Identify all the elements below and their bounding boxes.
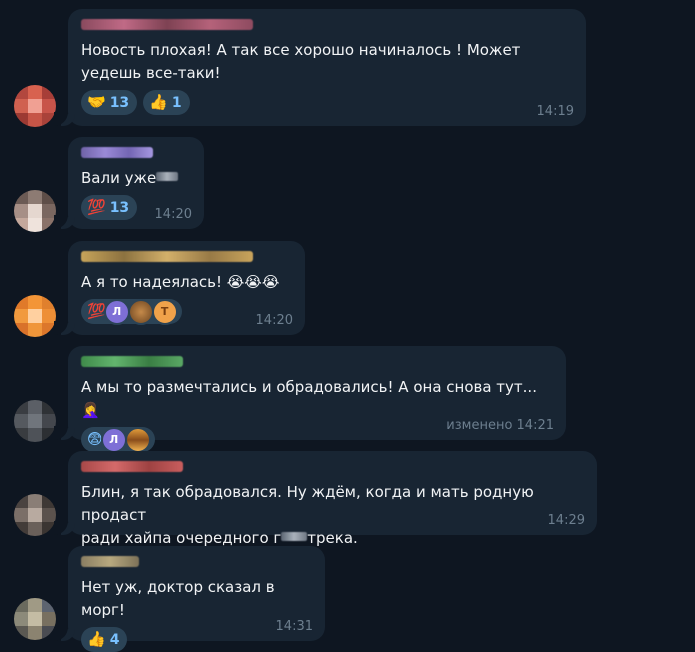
reactions: 🤝 13 👍 1	[81, 90, 574, 115]
message-time: 14:20	[255, 313, 293, 328]
reaction-count: 4	[109, 631, 120, 648]
bubble-tail	[54, 215, 75, 229]
bubble-tail	[54, 426, 75, 440]
avatar[interactable]	[14, 494, 56, 536]
message-time: 14:20	[154, 207, 192, 222]
avatar[interactable]	[14, 190, 56, 232]
reaction-thumbs-up[interactable]: 👍 4	[81, 627, 128, 652]
bubble-tail	[54, 112, 75, 126]
message-text: Блин, я так обрадовался. Ну ждём, когда …	[81, 483, 539, 547]
sender-name	[81, 556, 139, 567]
sender-name	[81, 356, 183, 367]
message-bubble[interactable]: Нет уж, доктор сказал в морг! 👍 4 14:31	[54, 546, 325, 652]
avatar[interactable]	[14, 295, 56, 337]
sender-name	[81, 251, 253, 262]
censored-word	[281, 532, 308, 541]
thumbs-up-emoji-icon: 👍	[149, 93, 168, 111]
message-text: Новость плохая! А так все хорошо начинал…	[81, 41, 526, 82]
hundred-points-emoji-icon: 💯	[87, 198, 106, 216]
avatar[interactable]	[14, 85, 56, 127]
handshake-emoji-icon: 🤝	[87, 93, 106, 111]
reactor-avatar	[124, 426, 151, 453]
reaction-count: 13	[109, 199, 130, 216]
sender-name	[81, 19, 253, 30]
censored-word	[156, 172, 179, 181]
hundred-points-emoji-icon: 💯	[87, 302, 106, 320]
message-text: Нет уж, доктор сказал в морг!	[81, 578, 280, 619]
message-bubble[interactable]: Вали уже 💯 13 14:20	[54, 137, 204, 229]
bubble-tail	[54, 321, 75, 335]
reaction-fearful[interactable]: 😨 Л	[81, 426, 155, 453]
reaction-count: 1	[171, 94, 182, 111]
reactor-avatar: Т	[151, 298, 178, 325]
sender-name	[81, 461, 183, 472]
message-bubble[interactable]: А я то надеялась! 😭😭😭 💯 Л Т 14:20	[54, 241, 305, 335]
message-bubble[interactable]: А мы то размечтались и обрадовались! А о…	[54, 346, 566, 453]
message-time: изменено 14:21	[446, 418, 554, 433]
bubble-tail	[54, 627, 75, 641]
message-text: Вали уже	[81, 167, 192, 190]
message-bubble[interactable]: Блин, я так обрадовался. Ну ждём, когда …	[54, 451, 597, 547]
message-time: 14:29	[547, 513, 585, 528]
reaction-handshake[interactable]: 🤝 13	[81, 90, 138, 115]
message-time: 14:19	[536, 104, 574, 119]
reaction-hundred[interactable]: 💯 13	[81, 195, 138, 220]
message-text: А мы то размечтались и обрадовались! А о…	[81, 378, 542, 419]
avatar[interactable]	[14, 598, 56, 640]
bubble-tail	[54, 521, 75, 535]
reactor-avatar	[127, 298, 154, 325]
message-text: А я то надеялась! 😭😭😭	[81, 273, 280, 291]
reaction-thumbs-up[interactable]: 👍 1	[143, 90, 190, 115]
sender-name	[81, 147, 153, 158]
reactor-avatar: Л	[100, 426, 127, 453]
reaction-hundred[interactable]: 💯 Л Т	[81, 298, 182, 325]
message-time: 14:31	[275, 619, 313, 634]
reaction-count: 13	[109, 94, 130, 111]
message-bubble[interactable]: Новость плохая! А так все хорошо начинал…	[54, 9, 586, 126]
reactor-avatar: Л	[103, 298, 130, 325]
avatar[interactable]	[14, 400, 56, 442]
